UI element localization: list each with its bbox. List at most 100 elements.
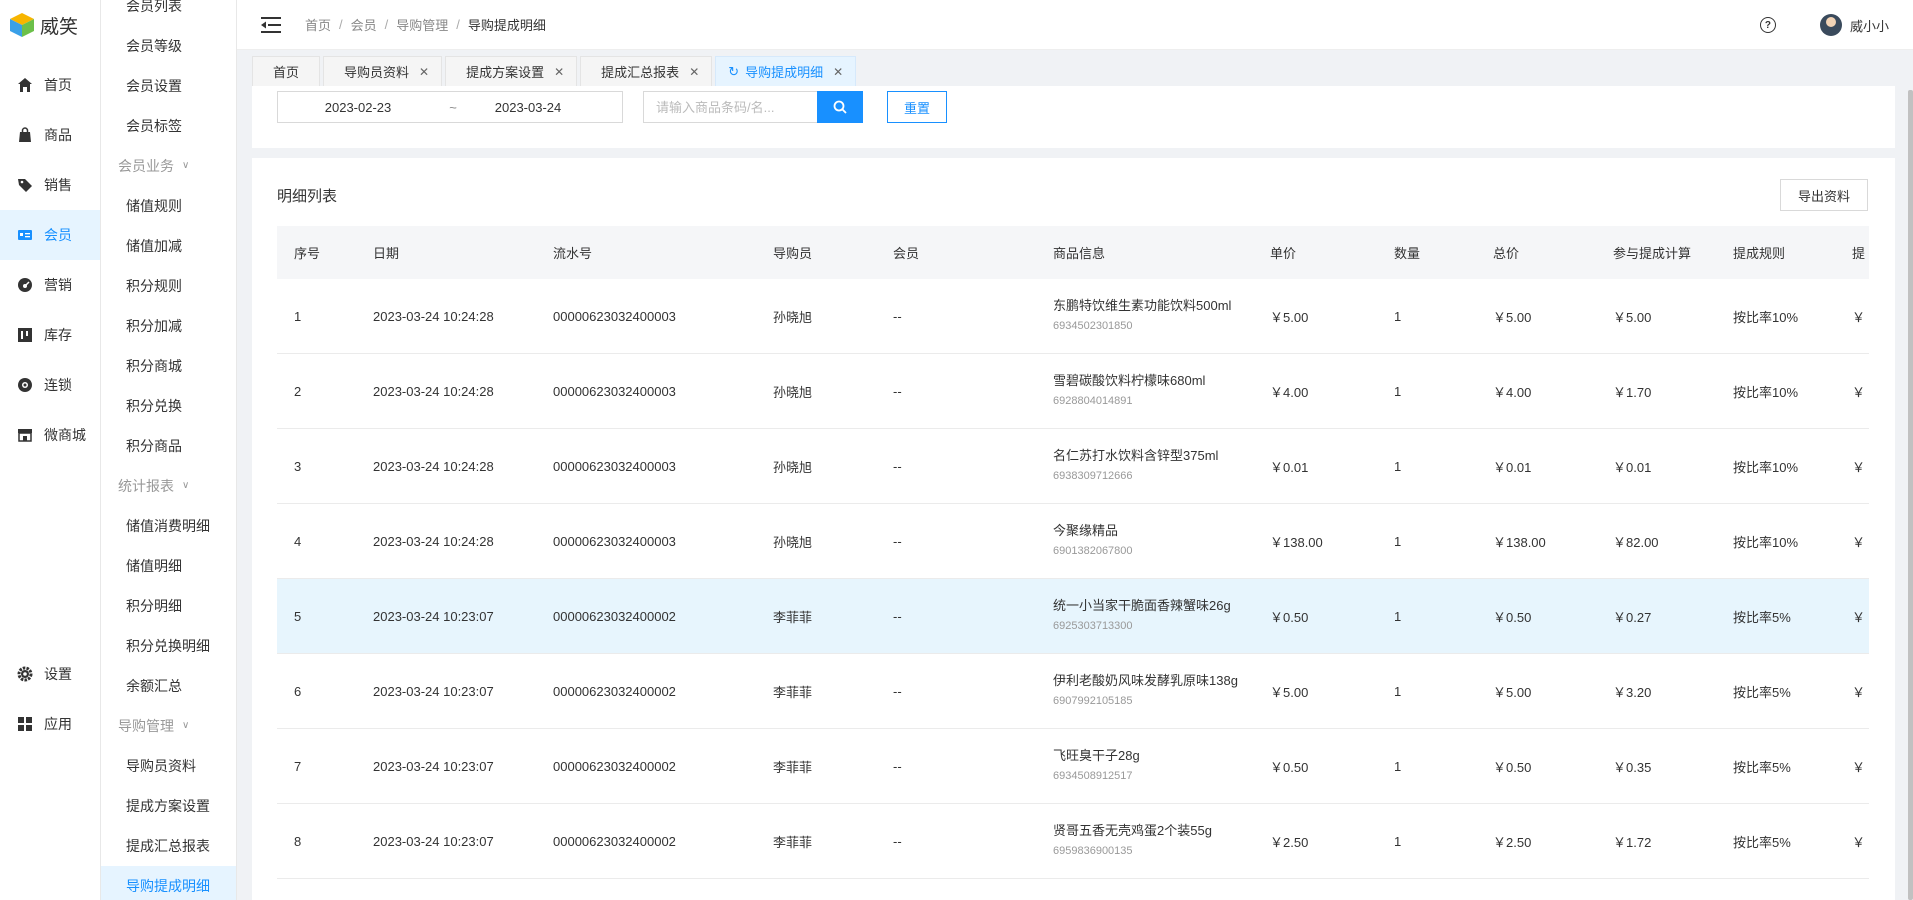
column-header: 总价 (1493, 246, 1520, 261)
submenu-item[interactable]: 积分兑换 (101, 386, 236, 426)
search-button[interactable] (817, 91, 863, 123)
avatar[interactable] (1819, 14, 1842, 36)
submenu-item[interactable]: 会员等级 (101, 26, 236, 66)
goods-name: 今聚缘精品 (1053, 523, 1119, 538)
nav-item-goods[interactable]: 商品 (0, 110, 100, 160)
nav-item-marketing[interactable]: 营销 (0, 260, 100, 310)
submenu-item[interactable]: 提成汇总报表 (101, 826, 236, 866)
user-name[interactable]: 威小小 (1850, 16, 1889, 35)
close-icon[interactable]: ✕ (554, 65, 564, 79)
cell-total: ￥5.00 (1493, 309, 1532, 325)
reset-button[interactable]: 重置 (887, 91, 947, 123)
submenu-item[interactable]: 导购员资料 (101, 746, 236, 786)
cell-member: -- (893, 833, 902, 849)
table-row[interactable]: 7 2023-03-24 10:23:07 00000623032400002 李菲菲… (277, 729, 1869, 804)
submenu-item[interactable]: 积分商品 (101, 426, 236, 466)
refresh-icon[interactable]: ↻ (728, 64, 739, 80)
cell-date: 2023-03-24 10:23:07 (373, 758, 494, 774)
cell-qty: 1 (1394, 308, 1402, 324)
goods-name: 雪碧碳酸饮料柠檬味680ml (1053, 373, 1206, 388)
close-icon[interactable]: ✕ (833, 65, 843, 79)
submenu-item[interactable]: 积分商城 (101, 346, 236, 386)
submenu-item[interactable]: 提成方案设置 (101, 786, 236, 826)
submenu-item[interactable]: 会员设置 (101, 66, 236, 106)
nav-item-apps[interactable]: 应用 (0, 699, 100, 749)
cell-calc: ￥1.72 (1613, 834, 1652, 850)
nav-item-mall[interactable]: 微商城 (0, 410, 100, 460)
tab-commission-plan[interactable]: 提成方案设置 ✕ (445, 56, 578, 86)
nav-label: 连锁 (44, 377, 72, 393)
cell-total: ￥5.00 (1493, 684, 1532, 700)
submenu-item[interactable]: 积分规则 (101, 266, 236, 306)
goods-name: 名仁苏打水饮料含锌型375ml (1053, 448, 1219, 463)
submenu-group-guide-management[interactable]: 导购管理 ∨ (101, 706, 236, 746)
cell-date: 2023-03-24 10:24:28 (373, 458, 494, 474)
cell-date: 2023-03-24 10:24:28 (373, 383, 494, 399)
table-row[interactable]: 2 2023-03-24 10:24:28 00000623032400003 孙晓旭… (277, 354, 1869, 429)
cell-total: ￥0.50 (1493, 759, 1532, 775)
table-row[interactable]: 8 2023-03-24 10:23:07 00000623032400002 李菲菲… (277, 804, 1869, 879)
cell-idx: 6 (294, 683, 302, 699)
tab-home[interactable]: 首页 (252, 56, 321, 86)
cell-sn: 00000623032400002 (553, 608, 676, 624)
goods-barcode: 6907992105185 (1053, 695, 1133, 707)
column-header: 提成规则 (1733, 246, 1786, 261)
nav-item-settings[interactable]: 设置 (0, 649, 100, 699)
cell-total: ￥0.50 (1493, 609, 1532, 625)
nav-item-sales[interactable]: 销售 (0, 160, 100, 210)
search-input[interactable] (643, 91, 817, 123)
table-row[interactable]: 1 2023-03-24 10:24:28 00000623032400003 孙晓旭… (277, 279, 1869, 354)
column-header: 提 (1852, 246, 1866, 261)
tab-commission-detail[interactable]: ↻ 导购提成明细 ✕ (715, 56, 857, 86)
submenu-item[interactable]: 储值消费明细 (101, 506, 236, 546)
nav-label: 会员 (44, 227, 72, 243)
detail-table: 序号 日期 流水号 导购员 会员 商品信息 单价 数量 总价 参与提成计算 提成… (277, 226, 1869, 879)
tab-guide-profile[interactable]: 导购员资料 ✕ (323, 56, 443, 86)
cell-guide: 孙晓旭 (773, 534, 813, 550)
cell-qty: 1 (1394, 533, 1402, 549)
date-start[interactable]: 2023-02-23 (278, 100, 438, 115)
submenu-group-reports[interactable]: 统计报表 ∨ (101, 466, 236, 506)
submenu-group-member-business[interactable]: 会员业务 ∨ (101, 146, 236, 186)
page-scrollbar[interactable] (1908, 90, 1913, 900)
nav-item-home[interactable]: 首页 (0, 60, 100, 110)
cell-rule: 按比率5% (1733, 609, 1791, 625)
help-icon[interactable]: ? (1759, 17, 1776, 33)
submenu-item[interactable]: 储值加减 (101, 226, 236, 266)
date-range-picker[interactable]: 2023-02-23 ~ 2023-03-24 (277, 91, 623, 123)
tab-commission-summary[interactable]: 提成汇总报表 ✕ (580, 56, 713, 86)
submenu-item[interactable]: 会员标签 (101, 106, 236, 146)
table-row[interactable]: 6 2023-03-24 10:23:07 00000623032400002 李菲菲… (277, 654, 1869, 729)
nav-item-inventory[interactable]: 库存 (0, 310, 100, 360)
goods-barcode: 6901382067800 (1053, 545, 1133, 557)
breadcrumb-item[interactable]: 会员 (351, 15, 377, 34)
submenu-item[interactable]: 积分明细 (101, 586, 236, 626)
cell-qty: 1 (1394, 458, 1402, 474)
goods-barcode: 6959836900135 (1053, 845, 1133, 857)
nav-item-member[interactable]: 会员 (0, 210, 100, 260)
breadcrumb: 首页 / 会员 / 导购管理 / 导购提成明细 (305, 15, 546, 34)
close-icon[interactable]: ✕ (419, 65, 429, 79)
date-end[interactable]: 2023-03-24 (468, 100, 588, 115)
breadcrumb-item[interactable]: 首页 (305, 15, 331, 34)
table-row[interactable]: 4 2023-03-24 10:24:28 00000623032400003 孙晓旭… (277, 504, 1869, 579)
submenu-item[interactable]: 储值明细 (101, 546, 236, 586)
breadcrumb-item[interactable]: 导购管理 (396, 15, 448, 34)
export-button[interactable]: 导出资料 (1780, 179, 1868, 211)
submenu-item[interactable]: 余额汇总 (101, 666, 236, 706)
chain-icon (16, 376, 34, 394)
submenu-item[interactable]: 积分加减 (101, 306, 236, 346)
table-row[interactable]: 5 2023-03-24 10:23:07 00000623032400002 李菲菲… (277, 579, 1869, 654)
app-logo[interactable]: 威笑 (0, 0, 100, 50)
submenu-item[interactable]: 会员列表 (101, 0, 236, 26)
nav-item-chain[interactable]: 连锁 (0, 360, 100, 410)
submenu-item[interactable]: 积分兑换明细 (101, 626, 236, 666)
cell-price: ￥5.00 (1270, 309, 1309, 325)
gear-icon (16, 665, 34, 683)
table-row[interactable]: 3 2023-03-24 10:24:28 00000623032400003 孙晓旭… (277, 429, 1869, 504)
submenu-item[interactable]: 储值规则 (101, 186, 236, 226)
close-icon[interactable]: ✕ (689, 65, 699, 79)
submenu-item-active[interactable]: 导购提成明细 (101, 866, 236, 900)
goods-name: 贤哥五香无壳鸡蛋2个装55g (1053, 823, 1212, 838)
menu-fold-icon[interactable] (261, 16, 281, 34)
